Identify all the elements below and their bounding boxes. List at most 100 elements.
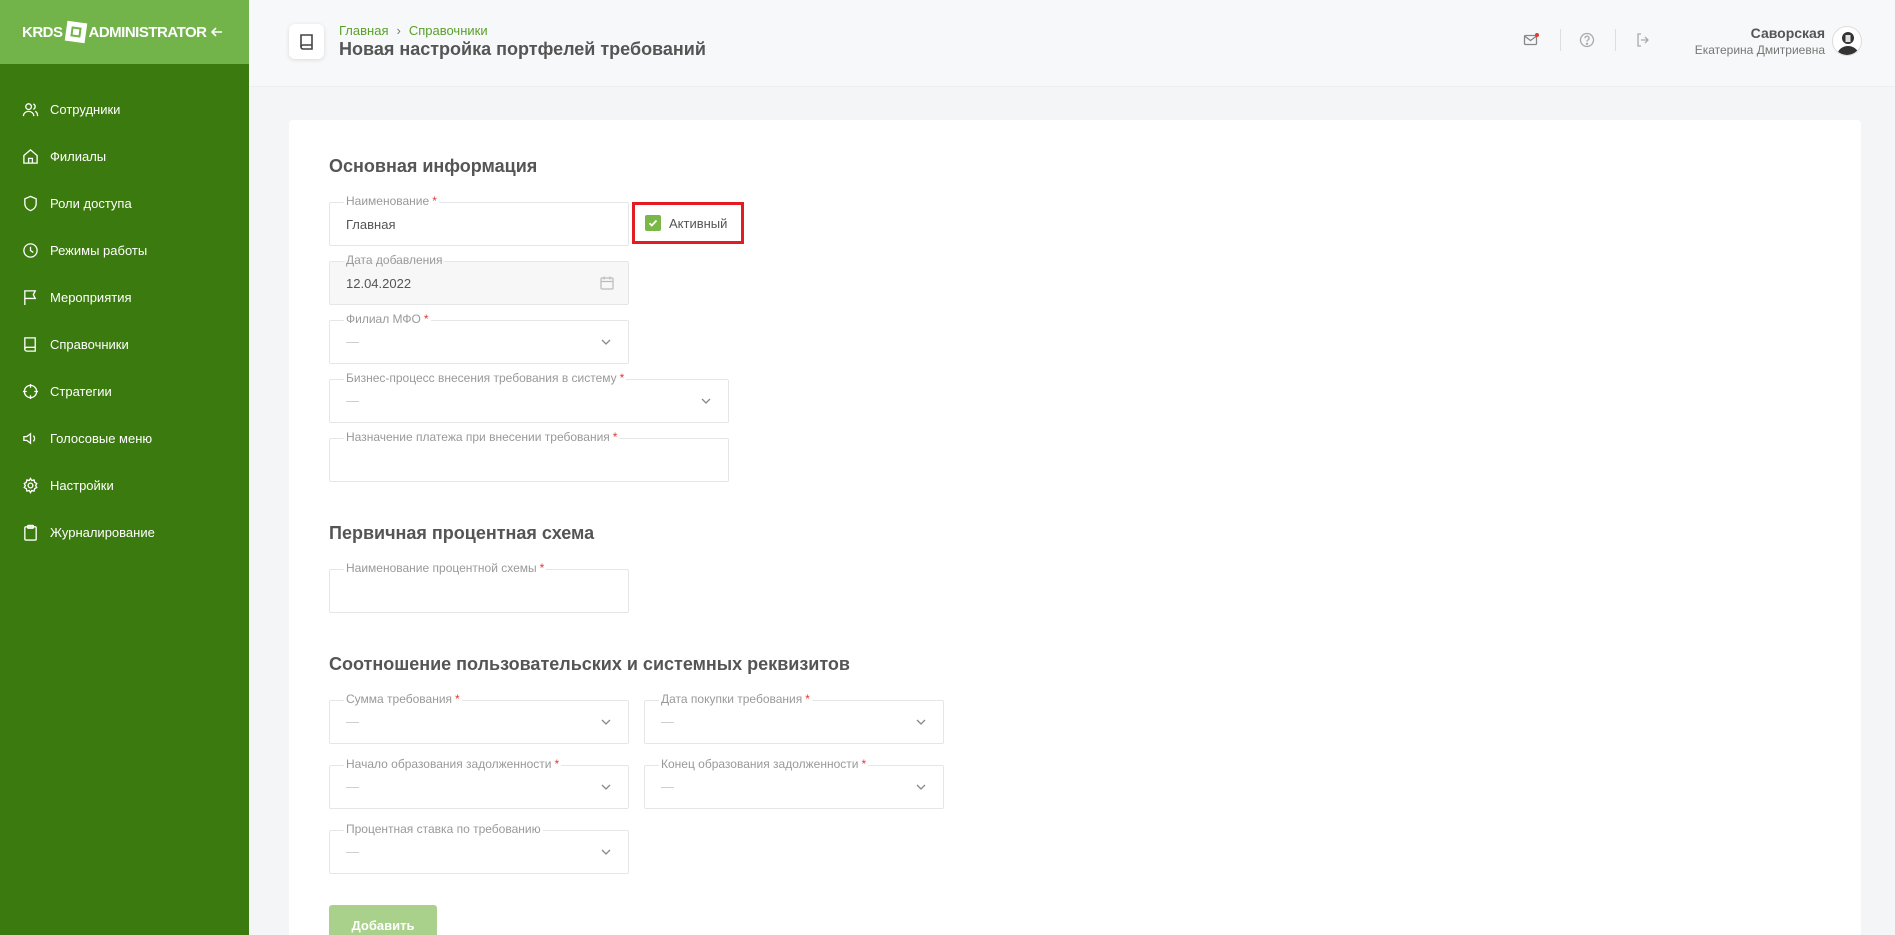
name-field[interactable]: Наименование * Главная — [329, 194, 629, 246]
target-icon — [22, 383, 39, 400]
header-divider — [1615, 29, 1616, 51]
branch-select-placeholder: — — [346, 334, 359, 349]
sidebar-header: KRDS ADMINISTRATOR — [0, 0, 249, 64]
logo-left-text: KRDS — [22, 23, 63, 41]
mail-button[interactable] — [1522, 31, 1540, 49]
home-icon — [23, 149, 38, 164]
page-title: Новая настройка портфелей требований — [339, 39, 706, 59]
business-process-label: Бизнес-процесс внесения требования в сис… — [344, 371, 627, 385]
name-field-value: Главная — [346, 217, 396, 232]
logo-cube-icon — [64, 20, 87, 44]
date-added-value: 12.04.2022 — [346, 276, 412, 291]
breadcrumb: Главная › Справочники — [339, 23, 488, 38]
sidebar-nav: Сотрудники Филиалы Роли доступа Режимы р… — [0, 64, 249, 556]
breadcrumb-directories-link[interactable]: Справочники — [409, 23, 488, 38]
sidebar-item-label: Стратегии — [50, 384, 112, 399]
sidebar-item-label: Журналирование — [50, 525, 155, 540]
claim-amount-label: Сумма требования * — [344, 692, 462, 706]
purchase-date-placeholder: — — [661, 714, 674, 729]
collapse-sidebar-button[interactable] — [207, 22, 227, 42]
chevron-down-icon — [916, 784, 926, 790]
sidebar-item-events[interactable]: Мероприятия — [0, 274, 249, 321]
debt-end-placeholder: — — [661, 779, 674, 794]
date-added-field: Дата добавления 12.04.2022 — [329, 253, 629, 305]
sidebar-item-schedules[interactable]: Режимы работы — [0, 227, 249, 274]
breadcrumb-home-link[interactable]: Главная — [339, 23, 388, 38]
purchase-date-select[interactable]: Дата покупки требования * — — [644, 692, 944, 744]
logo: KRDS ADMINISTRATOR — [22, 20, 207, 44]
section-title-main: Основная информация — [329, 156, 538, 176]
debt-start-select[interactable]: Начало образования задолженности * — — [329, 757, 629, 809]
sidebar-item-label: Голосовые меню — [50, 431, 153, 446]
users-icon — [22, 103, 39, 117]
arrow-left-icon — [210, 27, 222, 37]
sidebar-item-strategies[interactable]: Стратегии — [0, 368, 249, 415]
page-book-icon — [289, 24, 324, 59]
sidebar-item-label: Филиалы — [50, 149, 107, 164]
chevron-down-icon — [601, 719, 611, 725]
sidebar-item-label: Режимы работы — [50, 243, 148, 258]
clock-icon — [23, 243, 38, 258]
interest-scheme-name-input[interactable]: Наименование процентной схемы * — [329, 561, 629, 613]
section-title-interest: Первичная процентная схема — [329, 523, 595, 543]
interest-scheme-name-label: Наименование процентной схемы * — [344, 561, 547, 575]
speaker-icon — [23, 432, 36, 445]
branch-select-label: Филиал МФО * — [344, 312, 431, 326]
debt-end-label: Конец образования задолженности * — [659, 757, 869, 771]
debt-end-select[interactable]: Конец образования задолженности * — — [644, 757, 944, 809]
payment-purpose-input[interactable]: Назначение платежа при внесении требован… — [329, 430, 729, 482]
sidebar-item-label: Мероприятия — [50, 290, 132, 305]
gear-icon — [23, 477, 38, 494]
section-title-mapping: Соотношение пользовательских и системных… — [329, 654, 850, 674]
sidebar-item-branches[interactable]: Филиалы — [0, 133, 249, 180]
user-first-name: Екатерина Дмитриевна — [1694, 43, 1825, 57]
flag-icon — [24, 290, 37, 306]
sidebar-item-roles[interactable]: Роли доступа — [0, 180, 249, 227]
chevron-down-icon — [601, 784, 611, 790]
sidebar-item-logging[interactable]: Журналирование — [0, 509, 249, 556]
claim-amount-placeholder: — — [346, 714, 359, 729]
help-icon — [1579, 32, 1595, 48]
header-divider — [1560, 29, 1561, 51]
logout-button[interactable] — [1634, 31, 1652, 49]
interest-rate-placeholder: — — [346, 844, 359, 859]
branch-select[interactable]: Филиал МФО * — — [329, 312, 629, 364]
chevron-down-icon — [601, 849, 611, 855]
sidebar-item-employees[interactable]: Сотрудники — [0, 86, 249, 133]
debt-start-label: Начало образования задолженности * — [344, 757, 562, 771]
purchase-date-label: Дата покупки требования * — [659, 692, 812, 706]
claim-amount-select[interactable]: Сумма требования * — — [329, 692, 629, 744]
sidebar-item-label: Роли доступа — [50, 196, 132, 211]
name-field-label: Наименование * — [344, 194, 439, 208]
logo-right-text: ADMINISTRATOR — [88, 23, 207, 41]
active-checkbox[interactable]: Активный — [632, 202, 744, 244]
top-header: Главная › Справочники Новая настройка порт… — [249, 0, 1895, 87]
sidebar-item-voice-menus[interactable]: Голосовые меню — [0, 415, 249, 462]
business-process-select[interactable]: Бизнес-процесс внесения требования в сис… — [329, 371, 729, 423]
sidebar-item-directories[interactable]: Справочники — [0, 321, 249, 368]
add-button[interactable]: Добавить — [329, 905, 437, 935]
clipboard-icon — [24, 524, 37, 541]
calendar-icon — [600, 276, 614, 290]
business-process-placeholder: — — [346, 393, 359, 408]
shield-icon — [24, 195, 37, 212]
chevron-down-icon — [916, 719, 926, 725]
user-last-name: Саворская — [1750, 25, 1825, 41]
avatar[interactable] — [1832, 26, 1862, 56]
breadcrumb-separator-icon: › — [396, 23, 401, 38]
sidebar-item-label: Справочники — [50, 337, 129, 352]
sidebar-item-settings[interactable]: Настройки — [0, 462, 249, 509]
interest-rate-select[interactable]: Процентная ставка по требованию — — [329, 822, 629, 874]
debt-start-placeholder: — — [346, 779, 359, 794]
help-button[interactable] — [1578, 31, 1596, 49]
chevron-down-icon — [701, 398, 711, 404]
book-icon — [24, 337, 36, 352]
user-info[interactable]: Саворская Екатерина Дмитриевна — [1695, 25, 1825, 57]
sidebar-item-label: Настройки — [50, 478, 114, 493]
active-checkbox-label: Активный — [669, 215, 728, 231]
checkbox-checked-icon — [645, 215, 661, 231]
logout-icon — [1637, 33, 1649, 47]
interest-rate-label: Процентная ставка по требованию — [344, 822, 543, 836]
mail-icon — [1523, 33, 1539, 46]
sidebar: KRDS ADMINISTRATOR Сотрудники Филиалы Ро… — [0, 0, 249, 935]
